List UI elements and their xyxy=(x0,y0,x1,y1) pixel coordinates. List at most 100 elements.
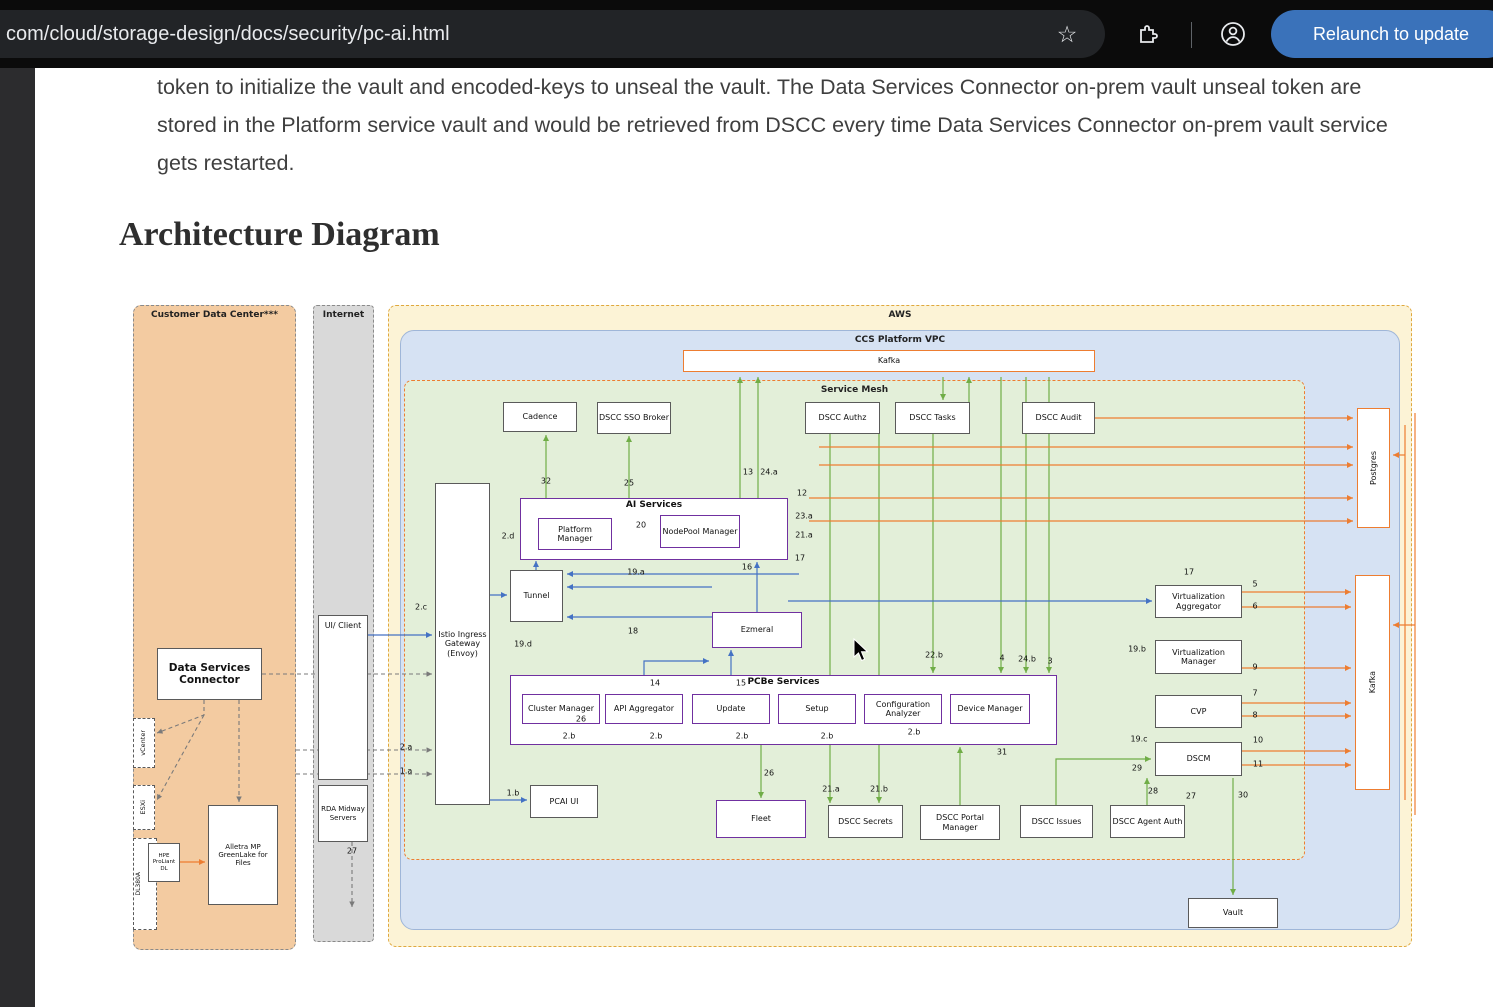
node-update: Update xyxy=(692,694,770,724)
node-pcai-ui: PCAI UI xyxy=(530,785,598,818)
edge-label: 3 xyxy=(1047,657,1052,666)
left-edge-strip xyxy=(0,68,35,1007)
edge-label: 1.a xyxy=(400,767,413,776)
edge-label: 6 xyxy=(1252,602,1257,611)
node-dscm: DSCM xyxy=(1155,742,1242,776)
node-platform-manager: Platform Manager xyxy=(538,518,612,550)
edge-label: 2.b xyxy=(563,732,576,741)
node-kafka-right: Kafka xyxy=(1355,575,1390,790)
node-vcenter-label: vCenter xyxy=(140,730,148,756)
toolbar-separator xyxy=(1191,22,1192,48)
edge-label: 27 xyxy=(1186,792,1196,801)
node-setup-label: Setup xyxy=(805,704,828,713)
edge-label: 24.a xyxy=(760,468,778,477)
edge-label: 19.c xyxy=(1130,735,1147,744)
edge-label: 21.a xyxy=(822,785,840,794)
node-tunnel-label: Tunnel xyxy=(523,591,549,600)
extensions-icon[interactable] xyxy=(1134,20,1162,48)
edge-label: 23.a xyxy=(795,512,813,521)
mouse-cursor xyxy=(852,638,874,662)
node-fleet-label: Fleet xyxy=(751,814,771,823)
node-api-aggregator: API Aggregator xyxy=(605,694,683,724)
edge-label: 2.d xyxy=(502,532,515,541)
node-hpe-proliant: HPE ProLiant DL xyxy=(148,843,180,882)
node-update-label: Update xyxy=(717,704,746,713)
node-ui-client-label: UI/ Client xyxy=(325,621,362,630)
profile-icon[interactable] xyxy=(1219,20,1247,48)
profile-person-glyph xyxy=(1220,21,1246,47)
node-cadence: Cadence xyxy=(503,402,577,432)
edge-label: 17 xyxy=(1184,568,1194,577)
node-data-services-connector: Data Services Connector xyxy=(157,648,262,700)
node-cadence-label: Cadence xyxy=(523,412,558,421)
node-istio-gateway: Istio Ingress Gateway (Envoy) xyxy=(435,483,490,805)
region-aws-title: AWS xyxy=(389,310,1411,320)
url-bar[interactable]: com/cloud/storage-design/docs/security/p… xyxy=(0,10,1105,58)
edge-label: 2.b xyxy=(821,732,834,741)
edge-label: 2.b xyxy=(908,728,921,737)
edge-label: 32 xyxy=(541,477,551,486)
edge-label: 19.d xyxy=(514,640,532,649)
node-nodepool-manager: NodePool Manager xyxy=(660,515,740,548)
node-dscc-agent-auth-label: DSCC Agent Auth xyxy=(1113,817,1183,826)
node-configuration-analyzer: Configuration Analyzer xyxy=(864,694,942,724)
edge-label: 9 xyxy=(1252,663,1257,672)
edge-label: 15 xyxy=(736,679,746,688)
node-configuration-analyzer-label: Configuration Analyzer xyxy=(866,700,940,719)
edge-label: 18 xyxy=(628,627,638,636)
edge-label: 26 xyxy=(576,715,586,724)
edge-label: 19.b xyxy=(1128,645,1146,654)
edge-label: 2.c xyxy=(415,603,427,612)
edge-label: 5 xyxy=(1252,580,1257,589)
edge-label: 22.b xyxy=(925,651,943,660)
relaunch-update-button[interactable]: Relaunch to update xyxy=(1271,10,1493,58)
edge-label: 13 xyxy=(743,468,753,477)
node-ezmeral-label: Ezmeral xyxy=(741,625,773,634)
node-dscm-label: DSCM xyxy=(1187,754,1211,763)
node-dscc-authz: DSCC Authz xyxy=(805,402,880,434)
node-dscc-portal-manager-label: DSCC Portal Manager xyxy=(922,813,998,832)
browser-toolbar: com/cloud/storage-design/docs/security/p… xyxy=(0,0,1493,68)
node-vault-label: Vault xyxy=(1223,908,1243,917)
node-cluster-manager: Cluster Manager xyxy=(522,694,600,724)
node-ui-client: UI/ Client xyxy=(318,615,368,780)
region-service-mesh-title: Service Mesh xyxy=(405,385,1304,395)
edge-label: 19.a xyxy=(627,568,645,577)
region-vpc-title: CCS Platform VPC xyxy=(401,335,1399,345)
node-cluster-manager-label: Cluster Manager xyxy=(528,704,594,713)
node-sso-broker-label: DSCC SSO Broker xyxy=(599,413,669,422)
node-virtualization-aggregator: Virtualization Aggregator xyxy=(1155,585,1242,618)
node-data-services-connector-label: Data Services Connector xyxy=(159,662,260,687)
node-dscc-portal-manager: DSCC Portal Manager xyxy=(920,805,1000,840)
node-dscc-audit: DSCC Audit xyxy=(1022,402,1095,434)
edge-label: 30 xyxy=(1238,791,1248,800)
edge-label: 11 xyxy=(1253,760,1263,769)
node-alletra: Alletra MP GreenLake for Files xyxy=(208,805,278,905)
node-dscc-audit-label: DSCC Audit xyxy=(1036,413,1082,422)
section-heading: Architecture Diagram xyxy=(119,216,440,254)
architecture-diagram: Customer Data Center*** Internet AWS CCS… xyxy=(119,295,1425,958)
bookmark-star-icon[interactable]: ☆ xyxy=(1053,20,1081,48)
edge-label: 28 xyxy=(1148,787,1158,796)
node-virtualization-aggregator-label: Virtualization Aggregator xyxy=(1157,592,1240,611)
node-nodepool-manager-label: NodePool Manager xyxy=(662,527,737,536)
node-kafka-bar-label: Kafka xyxy=(878,356,900,365)
edge-label: 26 xyxy=(764,769,774,778)
edge-label: 27 xyxy=(347,847,357,856)
node-postgres: Postgres xyxy=(1357,408,1390,528)
page-content: token to initialize the vault and encode… xyxy=(35,68,1493,1007)
node-ezmeral: Ezmeral xyxy=(712,612,802,648)
edge-label: 2.b xyxy=(736,732,749,741)
node-dscc-tasks: DSCC Tasks xyxy=(895,402,970,434)
node-dl380a-label: DL380A xyxy=(135,872,142,896)
body-paragraph: token to initialize the vault and encode… xyxy=(157,68,1427,182)
extensions-puzzle-glyph xyxy=(1136,22,1160,46)
edge-label: 1.b xyxy=(507,789,520,798)
node-kafka-bar: Kafka xyxy=(683,350,1095,372)
node-api-aggregator-label: API Aggregator xyxy=(614,704,674,713)
edge-label: 10 xyxy=(1253,736,1263,745)
node-esxi-label: ESXi xyxy=(140,800,148,815)
edge-label: 8 xyxy=(1252,711,1257,720)
edge-label: 16 xyxy=(742,563,752,572)
edge-label: 2.a xyxy=(400,743,413,752)
